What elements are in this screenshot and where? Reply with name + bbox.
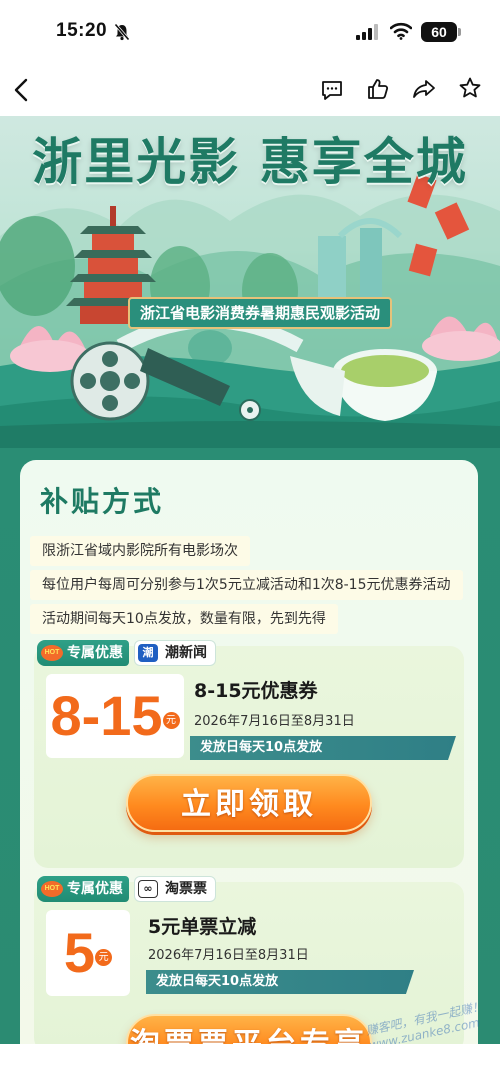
chaoxinwen-logo-icon: 潮 xyxy=(138,644,158,662)
offer-note: 发放日每天10点发放 xyxy=(146,970,414,994)
exclusive-tag-label: 专属优惠 xyxy=(67,881,123,897)
claim-button[interactable]: 立即领取 xyxy=(126,774,372,832)
exclusive-tag: HOT 专属优惠 xyxy=(37,876,129,902)
hot-badge-icon: HOT xyxy=(41,881,63,897)
signal-icon xyxy=(356,24,378,40)
source-tag-label: 潮新闻 xyxy=(165,645,207,661)
like-icon[interactable] xyxy=(366,77,390,101)
section-title: 补贴方式 xyxy=(40,485,165,518)
hero-title: 浙里光影 惠享全城 xyxy=(32,132,468,191)
coupon-amount: 8-15 元 xyxy=(46,674,184,758)
rule-item: 限浙江省域内影院所有电影场次 xyxy=(30,536,250,566)
source-tag: 潮 潮新闻 xyxy=(134,640,216,666)
back-icon[interactable] xyxy=(10,77,34,103)
offer-date: 2026年7月16日至8月31日 xyxy=(148,948,309,963)
hero-banner: 浙里光影 惠享全城 浙江省电影消费券暑期惠民观影活动 xyxy=(0,116,500,448)
offer-card: HOT 专属优惠 潮 潮新闻 8-15 元 8-15元优惠券 2026年7月16日… xyxy=(34,640,464,868)
coupon-amount-value: 5 xyxy=(63,921,96,984)
offer-name: 5元单票立减 xyxy=(148,916,257,938)
offer-date: 2026年7月16日至8月31日 xyxy=(194,714,355,729)
rule-item: 活动期间每天10点发放，数量有限，先到先得 xyxy=(30,604,338,634)
exclusive-tag: HOT 专属优惠 xyxy=(37,640,129,666)
mute-bell-icon xyxy=(114,23,130,41)
bottom-bar xyxy=(0,1044,500,1084)
wifi-icon xyxy=(390,22,412,40)
coupon-unit: 元 xyxy=(95,948,113,966)
main-section: 补贴方式 限浙江省域内影院所有电影场次 每位用户每周可分别参与1次5元立减活动和… xyxy=(0,448,500,1072)
share-icon[interactable] xyxy=(412,77,436,101)
subsidy-card: 补贴方式 限浙江省域内影院所有电影场次 每位用户每周可分别参与1次5元立减活动和… xyxy=(20,460,478,1072)
nav-bar xyxy=(0,64,500,116)
comment-icon[interactable] xyxy=(320,78,344,102)
coupon-unit: 元 xyxy=(162,711,180,729)
source-tag: ∞ 淘票票 xyxy=(134,876,216,902)
offer-note: 发放日每天10点发放 xyxy=(190,736,456,760)
coupon-amount-value: 8-15 xyxy=(50,684,163,747)
hero-subtitle: 浙江省电影消费券暑期惠民观影活动 xyxy=(128,297,392,329)
hot-badge-icon: HOT xyxy=(41,645,63,661)
battery-indicator: 60 xyxy=(421,22,461,42)
coupon-amount: 5元 xyxy=(46,910,130,996)
rule-item: 每位用户每周可分别参与1次5元立减活动和1次8-15元优惠券活动 xyxy=(30,570,463,600)
star-icon[interactable] xyxy=(458,76,482,100)
status-time: 15:20 xyxy=(56,20,108,41)
source-tag-label: 淘票票 xyxy=(165,881,207,897)
offer-name: 8-15元优惠券 xyxy=(194,680,318,702)
status-bar: 15:20 60 xyxy=(0,0,500,64)
taopiaopiao-logo-icon: ∞ xyxy=(138,880,158,898)
exclusive-tag-label: 专属优惠 xyxy=(67,645,123,661)
